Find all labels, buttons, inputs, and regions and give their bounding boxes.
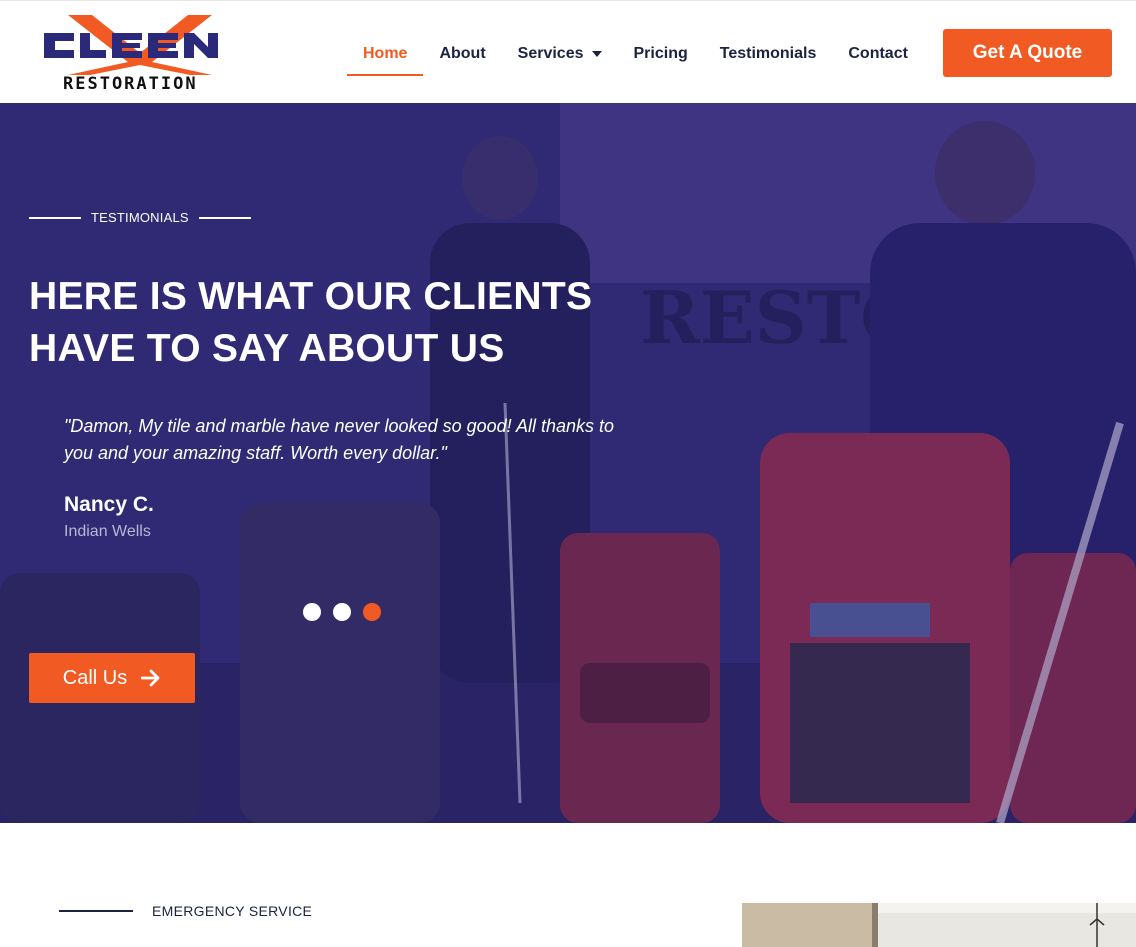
call-us-label: Call Us (62, 666, 128, 689)
hero-heading: HERE IS WHAT OUR CLIENTS HAVE TO SAY ABO… (29, 271, 629, 375)
nav-testimonials-label: Testimonials (719, 45, 817, 62)
room-photo (742, 903, 1136, 947)
eyebrow-line-right (198, 216, 251, 219)
nav-contact-label: Contact (848, 45, 908, 62)
slider-dot-3[interactable] (363, 603, 381, 621)
nav-home-label: Home (363, 45, 408, 62)
nav-contact[interactable]: Contact (832, 31, 924, 77)
testimonial-quote: "Damon, My tile and marble have never lo… (64, 416, 615, 463)
nav-pricing-label: Pricing (633, 45, 688, 62)
nav-services[interactable]: Services (502, 31, 618, 77)
eyebrow-label: TESTIMONIALS (91, 210, 189, 225)
nav-pricing[interactable]: Pricing (618, 31, 704, 77)
hero-heading-line1: HERE IS WHAT OUR CLIENTS (29, 275, 593, 318)
logo-tagline: RESTORATION (63, 74, 198, 93)
testimonials-eyebrow: TESTIMONIALS (29, 210, 251, 225)
nav-testimonials[interactable]: Testimonials (704, 31, 833, 77)
emergency-service-section: EMERGENCY SERVICE (0, 823, 1136, 947)
emergency-eyebrow-line (59, 910, 133, 912)
caret-down-icon (591, 51, 602, 57)
testimonials-hero: RESTOR TESTIMONIALS HERE IS WHAT OUR CLI… (0, 103, 1136, 823)
get-a-quote-button[interactable]: Get A Quote (943, 29, 1112, 77)
emergency-eyebrow-label: EMERGENCY SERVICE (152, 903, 313, 919)
nav-about-label: About (439, 45, 486, 62)
site-header: RESTORATION Home About Services Pricing … (0, 0, 1136, 103)
eyebrow-line-left (29, 216, 81, 219)
testimonial-location: Indian Wells (64, 523, 151, 540)
slider-dot-2[interactable] (333, 603, 351, 621)
nav-about[interactable]: About (423, 31, 501, 77)
nav-home[interactable]: Home (347, 31, 424, 77)
testimonial-author: Nancy C. (64, 493, 154, 516)
hero-heading-line2: HAVE TO SAY ABOUT US (29, 327, 505, 370)
slider-dot-1[interactable] (303, 603, 321, 621)
call-us-button[interactable]: Call Us (29, 653, 195, 703)
emergency-eyebrow: EMERGENCY SERVICE (59, 903, 312, 919)
cleen-restoration-logo[interactable]: RESTORATION (40, 13, 246, 94)
slider-pagination (303, 603, 381, 621)
arrow-right-icon (141, 669, 161, 687)
main-nav: Home About Services Pricing Testimonials… (347, 31, 924, 77)
nav-services-label: Services (517, 45, 584, 62)
